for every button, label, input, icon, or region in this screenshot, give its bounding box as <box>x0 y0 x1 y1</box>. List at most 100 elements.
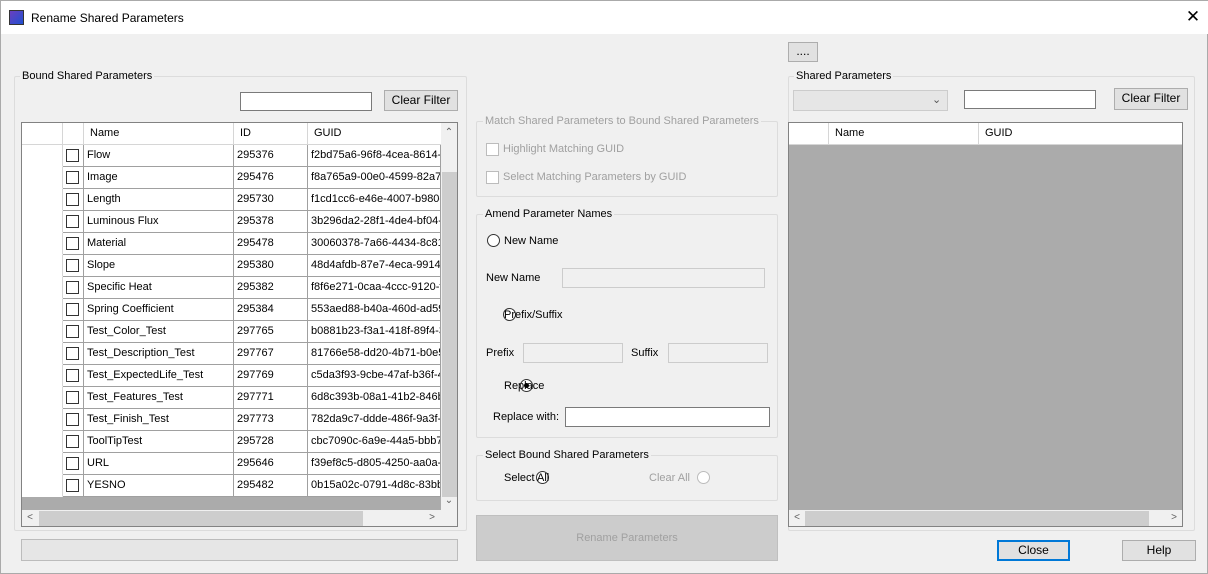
table-row[interactable]: Test_Finish_Test 297773 782da9c7-ddde-48… <box>22 409 441 431</box>
bound-group-label: Bound Shared Parameters <box>20 70 155 82</box>
table-row[interactable]: URL 295646 f39ef8c5-d805-4250-aa0a-3 <box>22 453 441 475</box>
table-row[interactable]: Slope 295380 48d4afdb-87e7-4eca-9914- <box>22 255 441 277</box>
column-guid[interactable]: GUID <box>979 123 1182 145</box>
row-header[interactable] <box>22 145 63 167</box>
bound-filter-input[interactable] <box>240 92 372 111</box>
table-row[interactable]: Test_ExpectedLife_Test 297769 c5da3f93-9… <box>22 365 441 387</box>
row-header[interactable] <box>22 211 63 233</box>
row-header[interactable] <box>22 189 63 211</box>
table-row[interactable]: Flow 295376 f2bd75a6-96f8-4cea-8614-e <box>22 145 441 167</box>
new-name-input[interactable] <box>562 268 765 288</box>
new-name-radio[interactable] <box>487 234 500 247</box>
scroll-left-icon[interactable]: < <box>789 512 805 523</box>
cell-guid: c5da3f93-9cbe-47af-b36f-4 <box>308 365 441 387</box>
scroll-thumb[interactable] <box>442 172 457 497</box>
scroll-left-icon[interactable]: < <box>22 512 38 523</box>
row-checkbox[interactable] <box>66 303 79 316</box>
help-button[interactable]: Help <box>1122 540 1196 561</box>
horizontal-scrollbar[interactable]: < > <box>22 510 441 526</box>
column-id[interactable]: ID <box>234 123 308 145</box>
table-row[interactable]: Image 295476 f8a765a9-00e0-4599-82a7- <box>22 167 441 189</box>
row-checkbox[interactable] <box>66 413 79 426</box>
table-row[interactable]: YESNO 295482 0b15a02c-0791-4d8c-83bb <box>22 475 441 497</box>
replace-radio-label: Replace <box>504 380 545 392</box>
scroll-right-icon[interactable]: > <box>1166 512 1182 523</box>
row-checkbox[interactable] <box>66 457 79 470</box>
highlight-guid-checkbox[interactable] <box>486 143 499 156</box>
select-matching-checkbox[interactable] <box>486 171 499 184</box>
chevron-down-icon: ⌄ <box>932 94 942 106</box>
cell-id: 297769 <box>234 365 308 387</box>
table-row[interactable]: Specific Heat 295382 f8f6e271-0caa-4ccc-… <box>22 277 441 299</box>
bound-clear-filter-button[interactable]: Clear Filter <box>384 90 458 111</box>
row-header[interactable] <box>22 475 63 497</box>
browse-button[interactable]: .... <box>788 42 818 62</box>
cell-id: 295384 <box>234 299 308 321</box>
cell-id: 295730 <box>234 189 308 211</box>
table-row[interactable]: Spring Coefficient 295384 553aed88-b40a-… <box>22 299 441 321</box>
row-checkbox[interactable] <box>66 435 79 448</box>
table-row[interactable]: ToolTipTest 295728 cbc7090c-6a9e-44a5-bb… <box>22 431 441 453</box>
shared-clear-filter-button[interactable]: Clear Filter <box>1114 88 1188 110</box>
row-checkbox[interactable] <box>66 369 79 382</box>
row-header[interactable] <box>22 453 63 475</box>
table-row[interactable]: Test_Description_Test 297767 81766e58-dd… <box>22 343 441 365</box>
cell-name: Test_ExpectedLife_Test <box>84 365 234 387</box>
row-checkbox[interactable] <box>66 215 79 228</box>
shared-filter-input[interactable] <box>964 90 1096 109</box>
row-header[interactable] <box>22 277 63 299</box>
scroll-up-icon[interactable]: ⌃ <box>441 127 457 138</box>
row-checkbox[interactable] <box>66 149 79 162</box>
row-checkbox[interactable] <box>66 237 79 250</box>
cell-name: Test_Features_Test <box>84 387 234 409</box>
shared-group-combo[interactable]: ⌄ <box>793 90 948 111</box>
cell-name: Luminous Flux <box>84 211 234 233</box>
row-checkbox[interactable] <box>66 347 79 360</box>
row-checkbox[interactable] <box>66 479 79 492</box>
cell-name: YESNO <box>84 475 234 497</box>
row-header[interactable] <box>22 299 63 321</box>
row-header[interactable] <box>22 431 63 453</box>
prefix-input[interactable] <box>523 343 623 363</box>
row-header[interactable] <box>22 167 63 189</box>
column-name[interactable]: Name <box>829 123 979 145</box>
row-header[interactable] <box>22 365 63 387</box>
row-checkbox[interactable] <box>66 171 79 184</box>
cell-name: Slope <box>84 255 234 277</box>
scroll-thumb[interactable] <box>39 511 363 526</box>
table-row[interactable]: Length 295730 f1cd1cc6-e46e-4007-b980- <box>22 189 441 211</box>
table-row[interactable]: Luminous Flux 295378 3b296da2-28f1-4de4-… <box>22 211 441 233</box>
row-header[interactable] <box>22 343 63 365</box>
table-row[interactable]: Test_Features_Test 297771 6d8c393b-08a1-… <box>22 387 441 409</box>
row-checkbox[interactable] <box>66 391 79 404</box>
scroll-down-icon[interactable]: ⌄ <box>441 495 457 506</box>
close-button[interactable]: Close <box>997 540 1070 561</box>
row-header[interactable] <box>22 233 63 255</box>
scroll-right-icon[interactable]: > <box>424 512 440 523</box>
column-guid[interactable]: GUID <box>308 123 441 145</box>
row-header[interactable] <box>22 255 63 277</box>
grid-header: Name ID GUID <box>22 123 441 145</box>
replace-with-input[interactable] <box>565 407 770 427</box>
shared-parameters-grid: Name GUID < > <box>788 122 1183 527</box>
row-header[interactable] <box>22 387 63 409</box>
row-checkbox[interactable] <box>66 325 79 338</box>
cell-id: 295376 <box>234 145 308 167</box>
shared-group-label: Shared Parameters <box>794 70 894 82</box>
column-name[interactable]: Name <box>84 123 234 145</box>
cell-name: Length <box>84 189 234 211</box>
close-icon[interactable]: ✕ <box>1185 7 1201 27</box>
table-row[interactable]: Test_Color_Test 297765 b0881b23-f3a1-418… <box>22 321 441 343</box>
horizontal-scrollbar[interactable]: < > <box>789 510 1182 526</box>
cell-name: Test_Color_Test <box>84 321 234 343</box>
scroll-thumb[interactable] <box>805 511 1149 526</box>
row-header[interactable] <box>22 409 63 431</box>
rename-parameters-button[interactable]: Rename Parameters <box>476 515 778 561</box>
vertical-scrollbar[interactable]: ⌃ ⌄ <box>441 123 457 510</box>
row-checkbox[interactable] <box>66 193 79 206</box>
row-header[interactable] <box>22 321 63 343</box>
row-checkbox[interactable] <box>66 259 79 272</box>
row-checkbox[interactable] <box>66 281 79 294</box>
table-row[interactable]: Material 295478 30060378-7a66-4434-8c81 <box>22 233 441 255</box>
suffix-input[interactable] <box>668 343 768 363</box>
